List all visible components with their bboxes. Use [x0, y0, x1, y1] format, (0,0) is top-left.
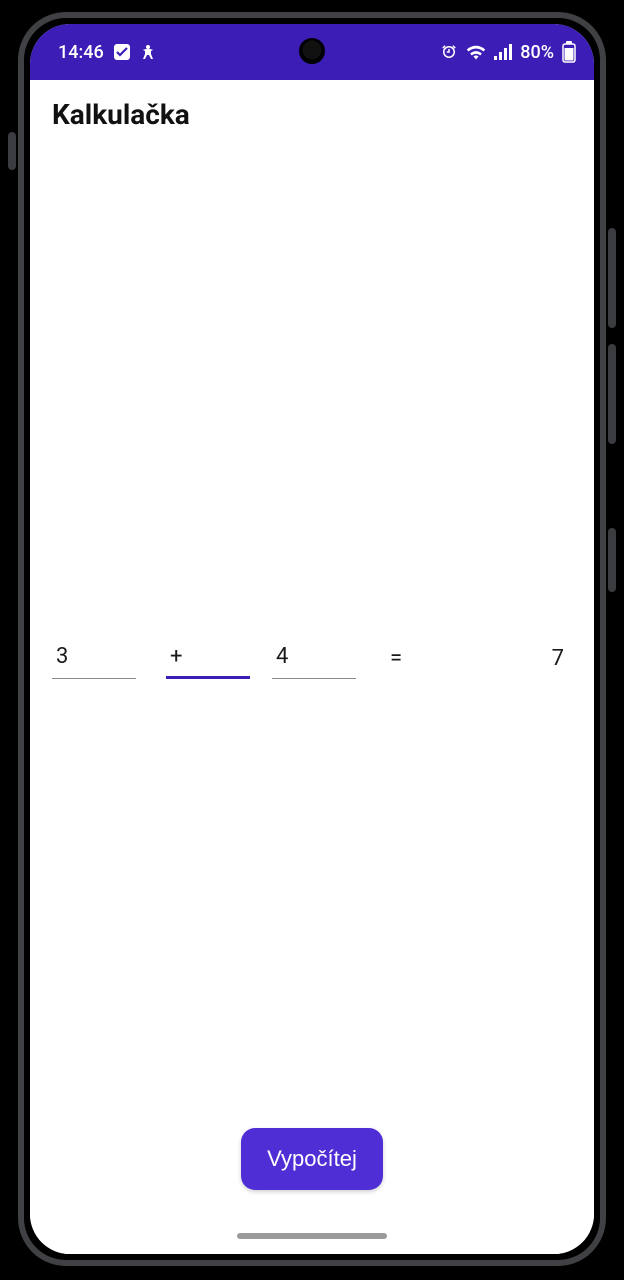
page-title: Kalkulačka [30, 80, 594, 131]
nav-bar[interactable] [30, 1218, 594, 1254]
accessibility-icon [140, 44, 156, 60]
wifi-icon [466, 44, 486, 60]
compute-button[interactable]: Vypočítej [241, 1128, 383, 1190]
front-camera [299, 38, 325, 64]
operator-value: + [170, 644, 182, 669]
alarm-icon [440, 43, 458, 61]
nav-pill[interactable] [237, 1233, 387, 1239]
battery-icon [562, 41, 576, 63]
screen: 14:46 [30, 24, 594, 1254]
phone-bezel: 14:46 [18, 12, 606, 1266]
operand-2-value: 4 [276, 644, 288, 669]
underline-focused [166, 676, 250, 679]
equals-wrap: = [356, 654, 436, 679]
equals-sign: = [390, 646, 402, 671]
operand-1-value: 3 [56, 644, 68, 669]
hw-button-volume-up [608, 228, 616, 328]
calculator-row: 3 + 4 = [30, 639, 594, 679]
underline [272, 678, 356, 679]
hw-button-volume-down [608, 344, 616, 444]
checkbox-icon [114, 44, 130, 60]
result-wrap: 7 [436, 654, 572, 679]
button-row: Vypočítej [30, 1128, 594, 1218]
result-value: 7 [552, 646, 564, 671]
content-area: 3 + 4 = [30, 131, 594, 1128]
hw-button-power [608, 528, 616, 592]
status-left: 14:46 [58, 42, 156, 63]
status-right: 80% [440, 41, 576, 63]
app-root: Kalkulačka 3 + 4 [30, 80, 594, 1254]
operator-field[interactable]: + [166, 639, 250, 679]
operand-1-field[interactable]: 3 [52, 639, 136, 679]
signal-icon [494, 44, 512, 60]
underline [52, 678, 136, 679]
clock: 14:46 [58, 42, 104, 63]
battery-percent: 80% [520, 42, 554, 63]
operand-2-field[interactable]: 4 [272, 639, 356, 679]
hw-button-left [8, 132, 16, 170]
